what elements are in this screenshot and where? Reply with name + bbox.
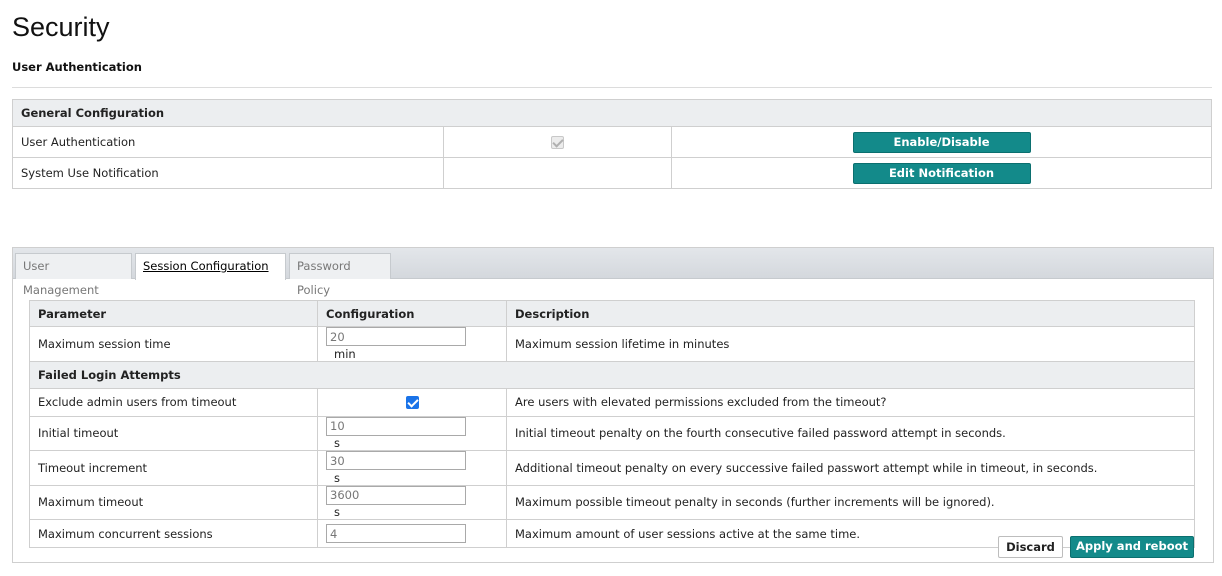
apply-and-reboot-button[interactable]: Apply and reboot	[1070, 536, 1194, 558]
table-row: Exclude admin users from timeout Are use…	[29, 387, 1195, 417]
unit-label: min	[334, 346, 356, 361]
timeout-increment-input[interactable]	[326, 451, 466, 470]
tab-strip: User Management Session Configuration Pa…	[13, 248, 1213, 297]
general-configuration-header: General Configuration	[12, 99, 1212, 127]
param-initial-timeout: Initial timeout	[29, 415, 318, 451]
enable-disable-button[interactable]: Enable/Disable	[852, 131, 1031, 153]
tab-password-policy[interactable]: Password Policy	[289, 253, 391, 297]
maximum-timeout-input[interactable]	[326, 485, 466, 505]
table-row: Maximum timeout s Maximum possible timeo…	[29, 484, 1195, 520]
table-row: User Authentication Enable/Disable	[12, 126, 1212, 158]
exclude-admin-checkbox[interactable]	[405, 396, 419, 409]
param-maximum-timeout: Maximum timeout	[29, 484, 318, 520]
general-configuration-table: General Configuration User Authenticatio…	[12, 99, 1212, 189]
session-tab-panel: User Management Session Configuration Pa…	[12, 247, 1214, 563]
unit-label: s	[334, 436, 340, 450]
system-use-notification-label: System Use Notification	[12, 157, 444, 189]
max-session-time-input[interactable]	[326, 327, 466, 346]
user-authentication-checkbox	[551, 136, 564, 149]
user-authentication-label: User Authentication	[12, 126, 444, 158]
page-subtitle: User Authentication	[12, 60, 142, 74]
description: Additional timeout penalty on every succ…	[506, 450, 1195, 486]
session-configuration-table: Parameter Configuration Description Maxi…	[29, 300, 1195, 548]
table-row: System Use Notification Edit Notificatio…	[12, 157, 1212, 189]
description: Initial timeout penalty on the fourth co…	[506, 415, 1195, 451]
description: Maximum possible timeout penalty in seco…	[506, 484, 1195, 520]
param-exclude-admin: Exclude admin users from timeout	[29, 387, 318, 417]
discard-button[interactable]: Discard	[998, 536, 1063, 558]
title-divider	[12, 87, 1212, 88]
table-row: Maximum session time min Maximum session…	[29, 326, 1195, 362]
unit-label: s	[334, 505, 340, 519]
edit-notification-button[interactable]: Edit Notification	[852, 162, 1031, 184]
column-header-description: Description	[506, 300, 1195, 327]
max-concurrent-sessions-input[interactable]	[326, 524, 466, 543]
tab-session-configuration[interactable]: Session Configuration	[135, 253, 286, 280]
column-header-configuration: Configuration	[317, 300, 507, 327]
unit-label: s	[334, 470, 340, 485]
tab-user-management[interactable]: User Management	[15, 253, 132, 297]
column-header-parameter: Parameter	[29, 300, 318, 327]
param-timeout-increment: Timeout increment	[29, 450, 318, 486]
description: Are users with elevated permissions excl…	[506, 387, 1195, 417]
initial-timeout-input[interactable]	[326, 416, 466, 436]
page-title: Security	[12, 12, 110, 42]
table-row: Timeout increment s Additional timeout p…	[29, 450, 1195, 486]
table-row: Initial timeout s Initial timeout penalt…	[29, 415, 1195, 451]
failed-login-attempts-header: Failed Login Attempts	[29, 360, 1195, 389]
param-max-concurrent-sessions: Maximum concurrent sessions	[29, 519, 318, 548]
param-max-session-time: Maximum session time	[29, 326, 318, 362]
description: Maximum session lifetime in minutes	[506, 326, 1195, 362]
